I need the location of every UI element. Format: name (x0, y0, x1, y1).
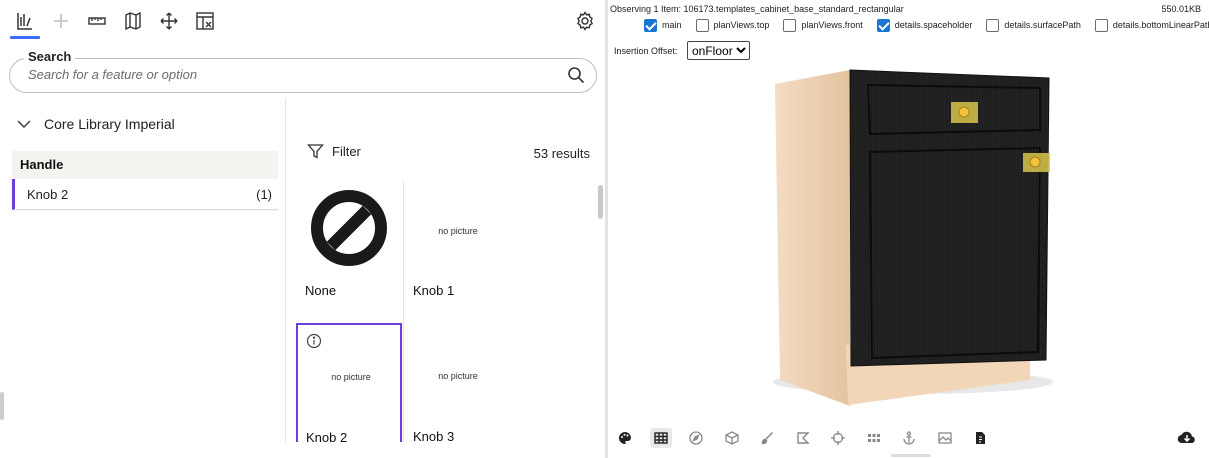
option-card-knob-3[interactable]: no picture Knob 3 (405, 324, 511, 444)
option-card-none[interactable]: None (297, 180, 403, 318)
no-picture-placeholder: no picture (438, 226, 478, 236)
library-label: Core Library Imperial (44, 116, 175, 132)
layer-checkboxes: main planViews.top planViews.front detai… (644, 17, 1209, 33)
checkbox-details-surfacepath[interactable]: details.surfacePath (986, 18, 1081, 32)
checkbox-box[interactable] (1094, 18, 1108, 32)
dots-grid-icon[interactable] (863, 428, 885, 448)
library-selector[interactable]: Core Library Imperial (16, 112, 175, 136)
palette-icon[interactable] (614, 428, 636, 448)
no-picture-placeholder: no picture (331, 372, 371, 382)
anchor-icon[interactable] (898, 428, 920, 448)
move-icon[interactable] (157, 9, 181, 33)
knob (958, 106, 970, 118)
prohibited-icon (311, 190, 387, 266)
checkbox-box[interactable] (695, 18, 709, 32)
checkbox-box[interactable] (876, 18, 890, 32)
checkbox-label: details.bottomLinearPath (1112, 20, 1209, 30)
checkbox-box[interactable] (783, 18, 797, 32)
cloud-download-icon[interactable] (1177, 429, 1197, 447)
filter-button[interactable]: Filter (307, 143, 361, 160)
viewer-toolbar (614, 428, 1005, 448)
card-divider (403, 180, 404, 442)
checkbox-box[interactable] (986, 18, 1000, 32)
layout-icon[interactable] (193, 9, 217, 33)
gear-icon[interactable] (573, 9, 597, 33)
knob (1029, 156, 1041, 168)
bottom-drag-handle[interactable] (891, 454, 931, 457)
checkbox-label: details.spaceholder (894, 20, 973, 30)
checkbox-box[interactable] (644, 18, 657, 32)
viewer-panel: Observing 1 Item: 106173.templates_cabin… (608, 0, 1209, 458)
category-item-knob-2[interactable]: Knob 2 (1) (12, 179, 278, 210)
column-divider (285, 98, 286, 458)
active-tab-indicator (10, 36, 40, 39)
grid-icon[interactable] (649, 428, 672, 448)
results-count: 53 results (533, 146, 590, 161)
compass-icon[interactable] (685, 428, 707, 448)
search-icon[interactable] (567, 66, 585, 84)
option-card-knob-2[interactable]: no picture Knob 2 (296, 323, 402, 448)
checkbox-details-spaceholder[interactable]: details.spaceholder (876, 18, 973, 32)
plus-icon[interactable] (49, 9, 73, 33)
target-icon[interactable] (827, 428, 849, 448)
left-panel: Search Core Library Imperial Handle Knob… (0, 0, 605, 458)
document-icon[interactable] (969, 428, 991, 448)
category-heading: Handle (20, 157, 64, 172)
catalog-icon[interactable] (13, 9, 37, 33)
checkbox-planviews-front[interactable]: planViews.front (783, 18, 863, 32)
cabinet-side (775, 70, 850, 406)
image-icon[interactable] (934, 428, 956, 448)
shape-icon[interactable] (792, 428, 814, 448)
search-label: Search (24, 49, 76, 64)
checkbox-main[interactable]: main (644, 18, 682, 32)
filter-icon (307, 144, 324, 159)
insertion-offset-label: Insertion Offset: (614, 46, 678, 56)
checkbox-label: planViews.front (801, 20, 863, 30)
filter-label: Filter (332, 144, 361, 159)
observing-text: Observing 1 Item: 106173.templates_cabin… (610, 4, 904, 14)
option-name: Knob 1 (413, 283, 455, 298)
checkbox-label: details.surfacePath (1004, 20, 1081, 30)
search-input[interactable] (28, 67, 548, 82)
category-item-label: Knob 2 (27, 186, 69, 202)
checkbox-planviews-top[interactable]: planViews.top (695, 18, 770, 32)
checkbox-label: main (662, 20, 682, 30)
cabinet-3d-view[interactable] (758, 60, 1058, 410)
cube-icon[interactable] (721, 428, 743, 448)
checkbox-details-bottomlinearpath[interactable]: details.bottomLinearPath (1094, 18, 1209, 32)
map-icon[interactable] (121, 9, 145, 33)
left-scrollbar[interactable] (0, 392, 4, 420)
ruler-icon[interactable] (85, 9, 109, 33)
checkbox-label: planViews.top (713, 20, 770, 30)
top-toolbar (0, 0, 605, 42)
info-icon[interactable] (306, 333, 322, 349)
cabinet-door (849, 69, 1050, 367)
option-card-knob-1[interactable]: no picture Knob 1 (405, 180, 511, 318)
category-panel: Handle Knob 2 (1) (12, 151, 278, 211)
results-scrollbar[interactable] (598, 185, 603, 219)
file-size: 550.01KB (1161, 4, 1201, 14)
panel-footer (285, 442, 605, 458)
option-name: None (305, 283, 337, 298)
category-item-count: (1) (256, 186, 272, 202)
insertion-offset-select[interactable]: onFloor (687, 41, 750, 60)
no-picture-placeholder: no picture (438, 371, 478, 381)
chevron-down-icon (17, 120, 31, 128)
brush-icon[interactable] (756, 428, 778, 448)
